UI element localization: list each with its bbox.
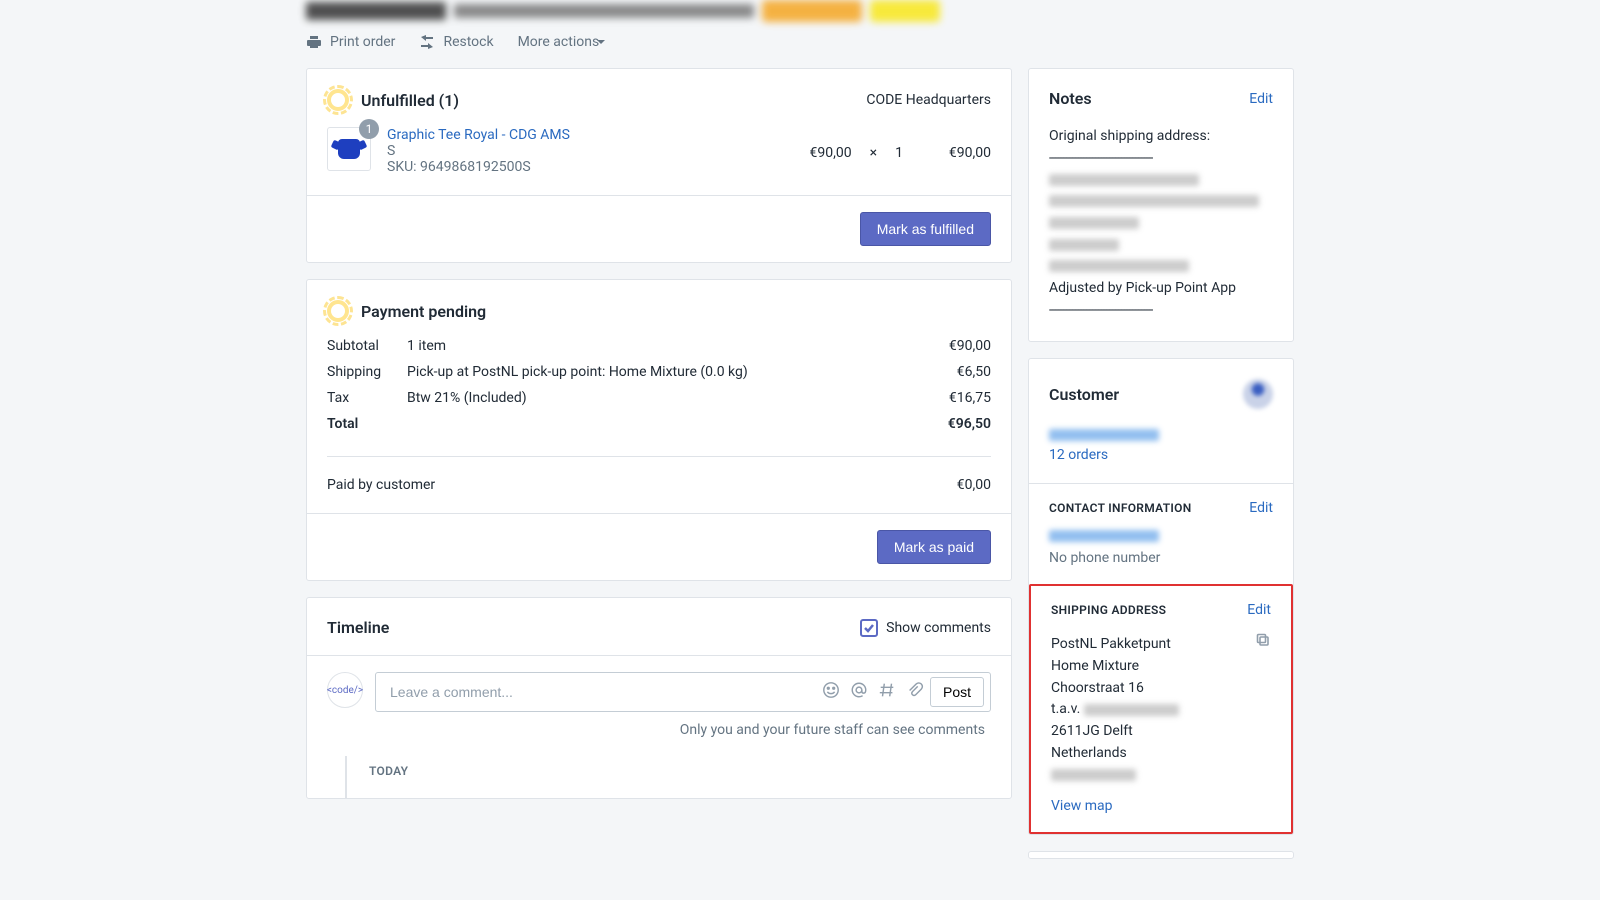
view-map-link[interactable]: View map <box>1051 798 1113 814</box>
shipping-value: €6,50 <box>901 364 991 380</box>
timeline-today-label: TODAY <box>369 764 991 778</box>
subtotal-desc: 1 item <box>407 338 893 354</box>
payment-card: Payment pending Subtotal 1 item €90,00 S… <box>306 279 1012 581</box>
order-header-blurred <box>306 0 1294 20</box>
shipping-desc: Pick-up at PostNL pick-up point: Home Mi… <box>407 364 893 380</box>
total-value: €96,50 <box>901 416 991 432</box>
product-sku: SKU: 9649868192500S <box>387 159 794 175</box>
shipping-title: SHIPPING ADDRESS <box>1051 603 1247 617</box>
total-row: Total €96,50 <box>327 416 991 432</box>
comment-input[interactable] <box>390 684 822 700</box>
caret-down-icon <box>593 34 609 50</box>
ship-line-1: PostNL Pakketpunt <box>1051 634 1243 656</box>
tax-value: €16,75 <box>901 390 991 406</box>
payment-title: Payment pending <box>361 302 991 321</box>
timeline-card: Timeline Show comments <code/> <box>306 597 1012 799</box>
line-total: €90,00 <box>921 145 991 161</box>
mark-as-paid-button[interactable]: Mark as paid <box>877 530 991 564</box>
show-comments-label: Show comments <box>886 620 991 636</box>
total-label: Total <box>327 416 399 432</box>
post-button[interactable]: Post <box>930 677 984 707</box>
contact-info-title: CONTACT INFORMATION <box>1049 501 1249 515</box>
tax-desc: Btw 21% (Included) <box>407 390 893 406</box>
shipping-row: Shipping Pick-up at PostNL pick-up point… <box>327 364 991 380</box>
subtotal-row: Subtotal 1 item €90,00 <box>327 338 991 354</box>
fulfillment-title: Unfulfilled (1) <box>361 91 854 110</box>
shipping-edit-link[interactable]: Edit <box>1247 602 1271 618</box>
tax-label: Tax <box>327 390 399 406</box>
notes-line1: Original shipping address: <box>1049 126 1273 148</box>
staff-avatar: <code/> <box>327 672 363 708</box>
customer-title: Customer <box>1049 385 1243 404</box>
shipping-address-block: PostNL Pakketpunt Home Mixture Choorstra… <box>1051 634 1243 786</box>
print-order-action[interactable]: Print order <box>306 34 395 50</box>
quantity-badge: 1 <box>359 119 379 139</box>
notes-adjusted: Adjusted by Pick-up Point App <box>1049 278 1273 300</box>
print-order-label: Print order <box>330 34 395 50</box>
item-price: €90,00 × 1 €90,00 <box>810 145 991 161</box>
notes-body: Original shipping address: -------------… <box>1049 126 1273 321</box>
shipping-address-highlight: SHIPPING ADDRESS Edit PostNL Pakketpunt … <box>1029 584 1293 834</box>
printer-icon <box>306 34 322 50</box>
tax-row: Tax Btw 21% (Included) €16,75 <box>327 390 991 406</box>
item-count: 1 <box>895 145 903 161</box>
customer-avatar[interactable] <box>1243 379 1273 409</box>
next-card-peek <box>1028 851 1294 859</box>
attachment-icon[interactable] <box>906 681 924 703</box>
paid-by-customer-row: Paid by customer €0,00 <box>327 477 991 493</box>
product-variant: S <box>387 143 794 159</box>
paid-value: €0,00 <box>901 477 991 493</box>
product-name-link[interactable]: Graphic Tee Royal - CDG AMS <box>387 127 794 143</box>
comment-visibility-note: Only you and your future staff can see c… <box>375 722 991 738</box>
checkbox-checked-icon <box>860 619 878 637</box>
restock-label: Restock <box>443 34 493 50</box>
emoji-icon[interactable] <box>822 681 840 703</box>
subtotal-value: €90,00 <box>901 338 991 354</box>
fulfillment-card: Unfulfilled (1) CODE Headquarters 1 Grap… <box>306 68 1012 263</box>
copy-address-icon[interactable] <box>1255 632 1271 786</box>
timeline-rail: TODAY <box>345 756 991 798</box>
notes-card: Notes Edit Original shipping address: --… <box>1028 68 1294 342</box>
notes-title: Notes <box>1049 89 1249 108</box>
hashtag-icon[interactable] <box>878 681 896 703</box>
paid-label: Paid by customer <box>327 477 901 493</box>
restock-icon <box>419 34 435 50</box>
mark-as-fulfilled-button[interactable]: Mark as fulfilled <box>860 212 991 246</box>
ship-line-5: 2611JG Delft <box>1051 721 1243 743</box>
unfulfilled-status-icon <box>327 89 349 111</box>
notes-edit-link[interactable]: Edit <box>1249 91 1273 107</box>
multiply-symbol: × <box>870 145 877 161</box>
no-phone-text: No phone number <box>1049 550 1273 566</box>
subtotal-label: Subtotal <box>327 338 399 354</box>
ship-line-3: Choorstraat 16 <box>1051 678 1243 700</box>
notes-dash-top: ------------------------------------ <box>1049 148 1273 170</box>
fulfillment-location: CODE Headquarters <box>866 92 991 108</box>
ship-line-2: Home Mixture <box>1051 656 1243 678</box>
customer-card: Customer 12 orders CONTACT INFORMATION E… <box>1028 358 1294 835</box>
mention-icon[interactable] <box>850 681 868 703</box>
notes-dash-bottom: ------------------------------------ <box>1049 300 1273 322</box>
timeline-title: Timeline <box>327 618 860 637</box>
ship-line-6: Netherlands <box>1051 743 1243 765</box>
more-actions-label: More actions <box>518 34 600 50</box>
show-comments-toggle[interactable]: Show comments <box>860 619 991 637</box>
more-actions-dropdown[interactable]: More actions <box>518 34 610 50</box>
action-bar: Print order Restock More actions <box>306 20 1294 68</box>
comment-box: Post <box>375 672 991 712</box>
restock-action[interactable]: Restock <box>419 34 493 50</box>
line-item: 1 Graphic Tee Royal - CDG AMS S SKU: 964… <box>327 127 991 175</box>
shipping-label: Shipping <box>327 364 399 380</box>
contact-edit-link[interactable]: Edit <box>1249 500 1273 516</box>
unit-price: €90,00 <box>810 145 852 161</box>
customer-orders-link[interactable]: 12 orders <box>1049 447 1273 463</box>
payment-pending-status-icon <box>327 300 349 322</box>
ship-line-4-prefix: t.a.v. <box>1051 701 1080 717</box>
